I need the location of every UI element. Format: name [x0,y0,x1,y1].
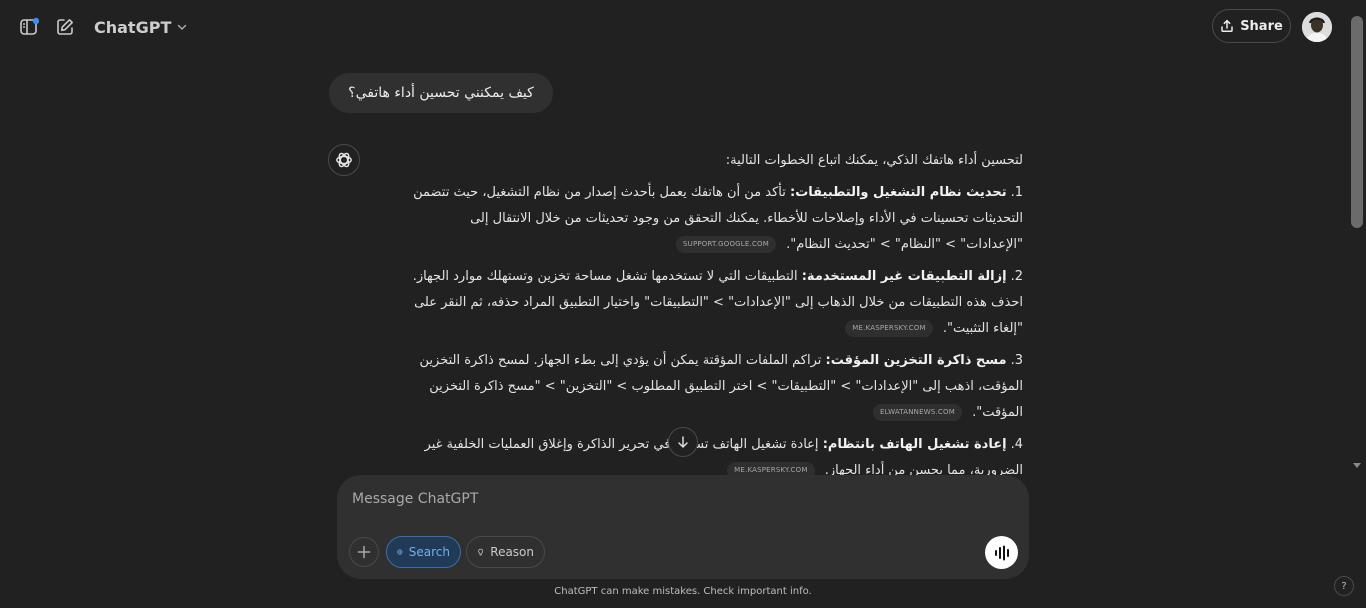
share-label: Share [1240,18,1283,34]
chevron-down-icon [178,24,187,31]
reason-toggle-button[interactable]: Reason [466,536,545,568]
source-citation-chip[interactable]: ELWATANNEWS.COM [873,404,962,421]
voice-mode-button[interactable] [985,536,1018,569]
footer-disclaimer: ChatGPT can make mistakes. Check importa… [554,586,812,597]
help-button[interactable]: ? [1334,576,1354,596]
step-number: 1. [1010,185,1023,200]
new-chat-button[interactable] [49,11,81,43]
step-title: تحديث نظام التشغيل والتطبيقات: [790,185,1007,200]
response-steps-list: 1.تحديث نظام التشغيل والتطبيقات: تأكد من… [405,180,1023,476]
source-citation-chip[interactable]: ME.KASPERSKY.COM [845,320,933,337]
sidebar-icon [20,17,39,35]
arrow-down-icon [678,436,688,448]
globe-icon [397,549,403,555]
scroll-to-bottom-button[interactable] [668,427,698,457]
sidebar-toggle-button[interactable] [13,11,45,43]
new-chat-icon [57,19,73,35]
list-item: 1.تحديث نظام التشغيل والتطبيقات: تأكد من… [405,180,1023,258]
scroll-thumb[interactable] [1351,16,1363,228]
user-message-text: كيف يمكنني تحسين أداء هاتفي؟ [348,85,534,101]
list-item: 2.إزالة التطبيقات غير المستخدمة: التطبيق… [405,264,1023,342]
lightbulb-icon [478,548,484,556]
search-toggle-button[interactable]: Search [386,536,461,568]
step-title: إزالة التطبيقات غير المستخدمة: [801,269,1007,284]
message-input[interactable] [352,488,992,510]
model-name: ChatGPT [94,17,172,37]
search-label: Search [408,545,450,559]
assistant-avatar [328,144,360,176]
step-title: مسح ذاكرة التخزين المؤقت: [825,353,1007,368]
step-number: 2. [1010,269,1023,284]
source-citation-chip[interactable]: ME.KASPERSKY.COM [727,462,815,476]
model-selector[interactable]: ChatGPT [86,12,197,42]
list-item: 3.مسح ذاكرة التخزين المؤقت: تراكم الملفا… [405,348,1023,426]
response-intro: لتحسين أداء هاتفك الذكي، يمكنك اتباع الخ… [725,153,1023,168]
list-item: 4.إعادة تشغيل الهاتف بانتظام: إعادة تشغي… [405,432,1023,476]
reason-label: Reason [490,545,534,559]
attach-button[interactable] [349,537,379,567]
step-number: 3. [1010,353,1023,368]
chat-scrollbar[interactable] [1348,0,1366,475]
message-composer: Search Reason [337,475,1029,579]
source-citation-chip[interactable]: SUPPORT.GOOGLE.COM [675,236,776,253]
plus-icon [357,545,371,559]
share-button[interactable]: Share [1212,9,1291,43]
top-bar: ChatGPT Share [0,0,1366,54]
notification-dot [32,17,39,25]
user-avatar[interactable] [1302,12,1332,42]
openai-logo-icon [336,152,352,168]
voice-wave-icon [994,545,1009,560]
scroll-down-arrow[interactable] [1353,463,1361,468]
step-title: إعادة تشغيل الهاتف بانتظام: [822,437,1007,452]
step-number: 4. [1010,437,1023,452]
share-icon [1221,19,1233,32]
user-message-bubble: كيف يمكنني تحسين أداء هاتفي؟ [329,73,553,113]
assistant-response: لتحسين أداء هاتفك الذكي، يمكنك اتباع الخ… [405,148,1023,476]
profile-photo-icon [1302,12,1332,42]
